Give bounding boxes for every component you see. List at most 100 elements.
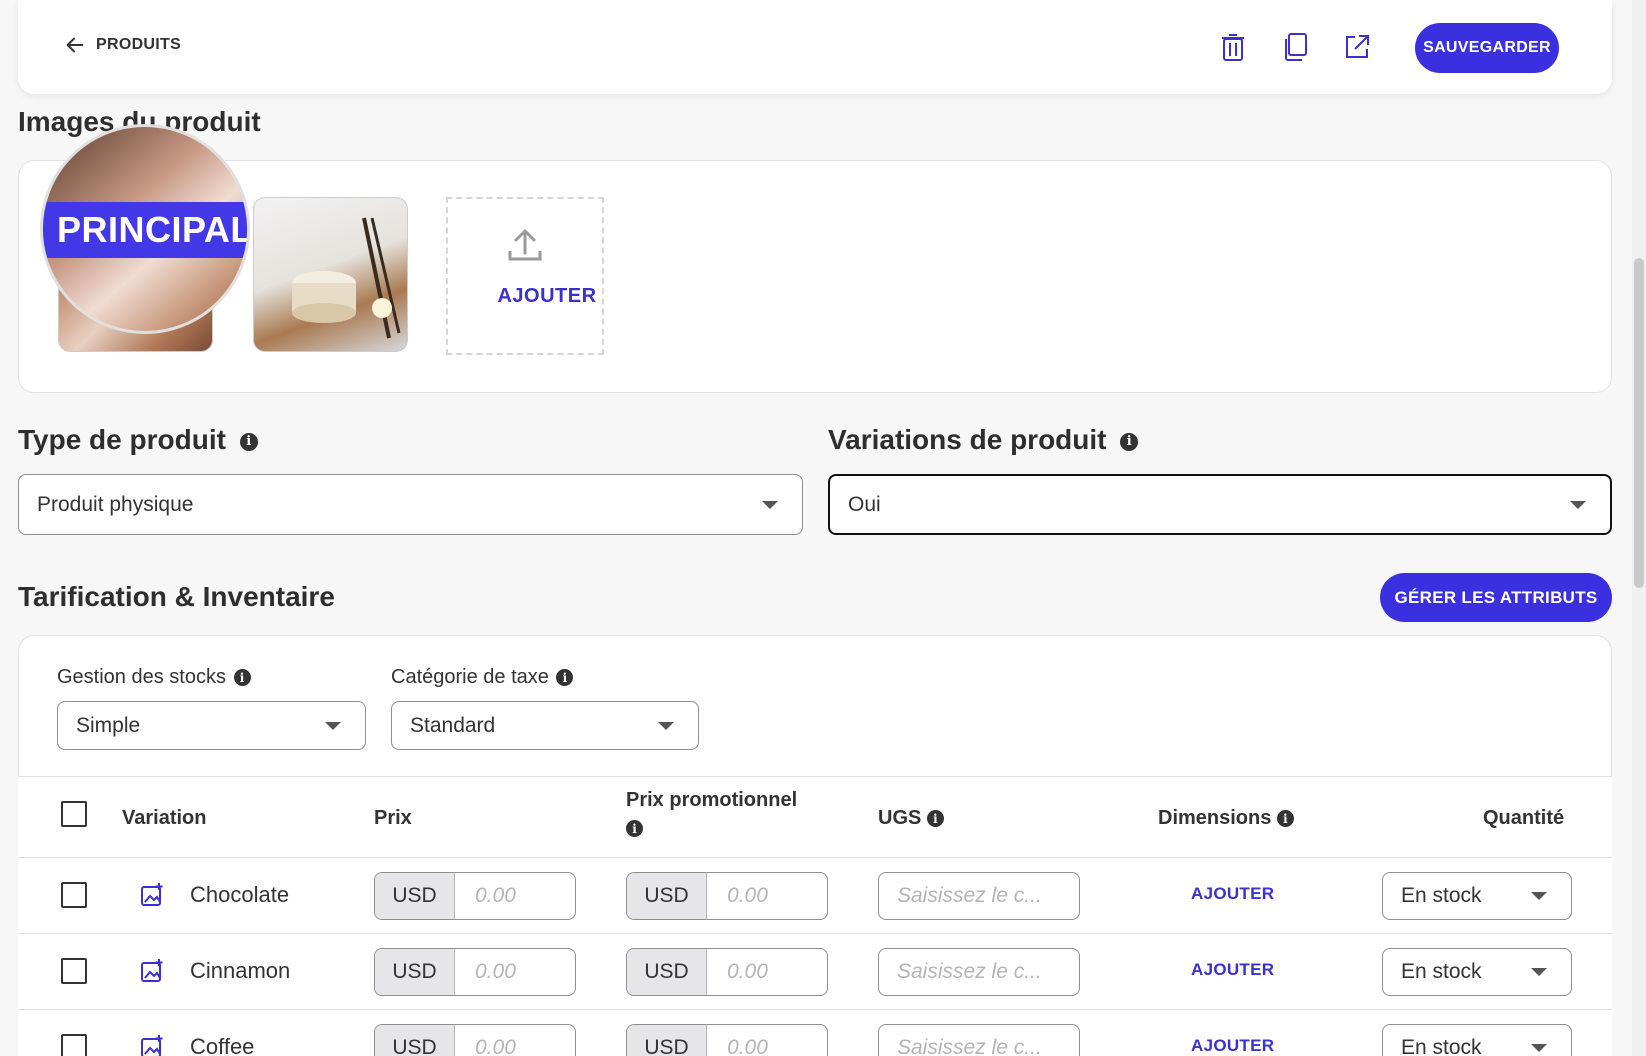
- open-preview-button[interactable]: [1340, 30, 1374, 64]
- back-label: PRODUITS: [96, 36, 182, 53]
- price-input[interactable]: [455, 949, 575, 995]
- info-icon[interactable]: i: [1120, 432, 1139, 451]
- variations-value: Oui: [848, 492, 881, 516]
- variation-name: Chocolate: [190, 882, 290, 907]
- quantity-select[interactable]: En stock: [1382, 948, 1572, 996]
- quantity-select[interactable]: En stock: [1382, 1024, 1572, 1056]
- table-row: Cinnamon USD USD AJOUTER En stock: [18, 934, 1612, 1010]
- scrollbar-thumb[interactable]: [1634, 258, 1644, 588]
- header-dimensions: Dimensions i: [1158, 807, 1294, 830]
- promo-price-input-group: USD: [626, 872, 828, 920]
- add-dimensions-link[interactable]: AJOUTER: [1191, 960, 1274, 980]
- stock-management-select[interactable]: Simple: [57, 701, 366, 750]
- info-icon[interactable]: i: [626, 820, 643, 837]
- tax-category-select[interactable]: Standard: [391, 701, 699, 750]
- product-type-value: Produit physique: [37, 492, 194, 516]
- principal-badge: PRINCIPAL: [43, 202, 247, 258]
- header-sku-text: UGS: [878, 807, 922, 829]
- add-image-icon[interactable]: [140, 882, 164, 913]
- product-image-2[interactable]: [253, 197, 408, 352]
- variations-title-text: Variations de produit: [828, 424, 1107, 455]
- currency-label: USD: [375, 949, 455, 995]
- chevron-down-icon: [325, 721, 341, 730]
- product-type-select[interactable]: Produit physique: [18, 474, 803, 535]
- variations-select[interactable]: Oui: [828, 474, 1612, 535]
- row-checkbox[interactable]: [61, 958, 87, 984]
- variations-table-header: Variation Prix Prix promotionnel i UGS i…: [18, 776, 1612, 858]
- header-promo-price: Prix promotionnel i: [626, 789, 797, 837]
- add-dimensions-link[interactable]: AJOUTER: [1191, 884, 1274, 904]
- select-all-checkbox[interactable]: [61, 801, 87, 827]
- table-row: Coffee USD USD AJOUTER En stock: [18, 1010, 1612, 1056]
- product-image-2-picture: [292, 217, 401, 339]
- duplicate-button[interactable]: [1278, 30, 1312, 64]
- chevron-down-icon: [658, 721, 674, 730]
- chevron-down-icon: [1531, 968, 1547, 976]
- stock-management-label: Gestion des stocks i: [57, 666, 251, 689]
- promo-price-input-group: USD: [626, 1024, 828, 1056]
- add-image-icon[interactable]: [140, 1034, 164, 1056]
- external-link-icon: [1346, 35, 1369, 58]
- variation-name: Coffee: [190, 1034, 255, 1056]
- quantity-select[interactable]: En stock: [1382, 872, 1572, 920]
- product-type-title: Type de produit i: [18, 424, 258, 456]
- tax-category-label-text: Catégorie de taxe: [391, 666, 549, 688]
- header-dimensions-text: Dimensions: [1158, 807, 1272, 829]
- sku-input[interactable]: [878, 872, 1080, 920]
- currency-label: USD: [627, 873, 707, 919]
- promo-price-input[interactable]: [707, 873, 827, 919]
- promo-price-input[interactable]: [707, 1025, 827, 1056]
- add-image-label: AJOUTER: [497, 285, 597, 307]
- row-checkbox[interactable]: [61, 1034, 87, 1056]
- trash-icon: [1222, 34, 1244, 61]
- info-icon[interactable]: i: [239, 432, 258, 451]
- promo-price-input[interactable]: [707, 949, 827, 995]
- info-icon[interactable]: i: [556, 669, 574, 687]
- principal-image-magnifier: PRINCIPAL: [40, 124, 250, 334]
- price-input-group: USD: [374, 1024, 576, 1056]
- pricing-title: Tarification & Inventaire: [18, 581, 335, 612]
- variations-title: Variations de produit i: [828, 424, 1139, 456]
- price-input[interactable]: [455, 1025, 575, 1056]
- upload-icon: [508, 229, 542, 261]
- delete-button[interactable]: [1216, 30, 1250, 64]
- tax-category-label: Catégorie de taxe i: [391, 666, 574, 689]
- table-row: Chocolate USD USD AJOUTER En stock: [18, 858, 1612, 934]
- currency-label: USD: [375, 1025, 455, 1056]
- currency-label: USD: [627, 1025, 707, 1056]
- variation-name: Cinnamon: [190, 958, 291, 983]
- chevron-down-icon: [1570, 500, 1586, 509]
- product-type-title-text: Type de produit: [18, 424, 226, 455]
- row-checkbox[interactable]: [61, 882, 87, 908]
- info-icon[interactable]: i: [1276, 810, 1294, 828]
- sku-input[interactable]: [878, 1024, 1080, 1056]
- price-input-group: USD: [374, 948, 576, 996]
- info-icon[interactable]: i: [926, 810, 944, 828]
- top-toolbar: PRODUITS SAUVEGARDER: [18, 0, 1612, 94]
- add-image-icon[interactable]: [140, 958, 164, 989]
- stock-management-value: Simple: [76, 713, 141, 737]
- save-button[interactable]: SAUVEGARDER: [1415, 23, 1559, 73]
- quantity-value: En stock: [1401, 960, 1482, 983]
- manage-attributes-button[interactable]: GÉRER LES ATTRIBUTS: [1380, 573, 1612, 622]
- back-to-products-link[interactable]: PRODUITS: [64, 34, 181, 56]
- sku-input[interactable]: [878, 948, 1080, 996]
- quantity-value: En stock: [1401, 884, 1482, 907]
- chevron-down-icon: [1531, 1044, 1547, 1052]
- header-quantity: Quantité: [1483, 807, 1565, 829]
- scrollbar[interactable]: [1632, 0, 1646, 1056]
- header-sku: UGS i: [878, 807, 944, 830]
- price-input-group: USD: [374, 872, 576, 920]
- add-image-button[interactable]: AJOUTER: [446, 197, 604, 355]
- info-icon[interactable]: i: [233, 669, 251, 687]
- header-variation: Variation: [122, 807, 207, 829]
- chevron-down-icon: [762, 500, 778, 509]
- add-dimensions-link[interactable]: AJOUTER: [1191, 1036, 1274, 1056]
- quantity-value: En stock: [1401, 1036, 1482, 1056]
- arrow-left-icon: [66, 37, 84, 53]
- tax-category-value: Standard: [410, 713, 496, 737]
- header-promo-price-text: Prix promotionnel: [626, 789, 798, 811]
- currency-label: USD: [375, 873, 455, 919]
- price-input[interactable]: [455, 873, 575, 919]
- header-price: Prix: [374, 807, 412, 829]
